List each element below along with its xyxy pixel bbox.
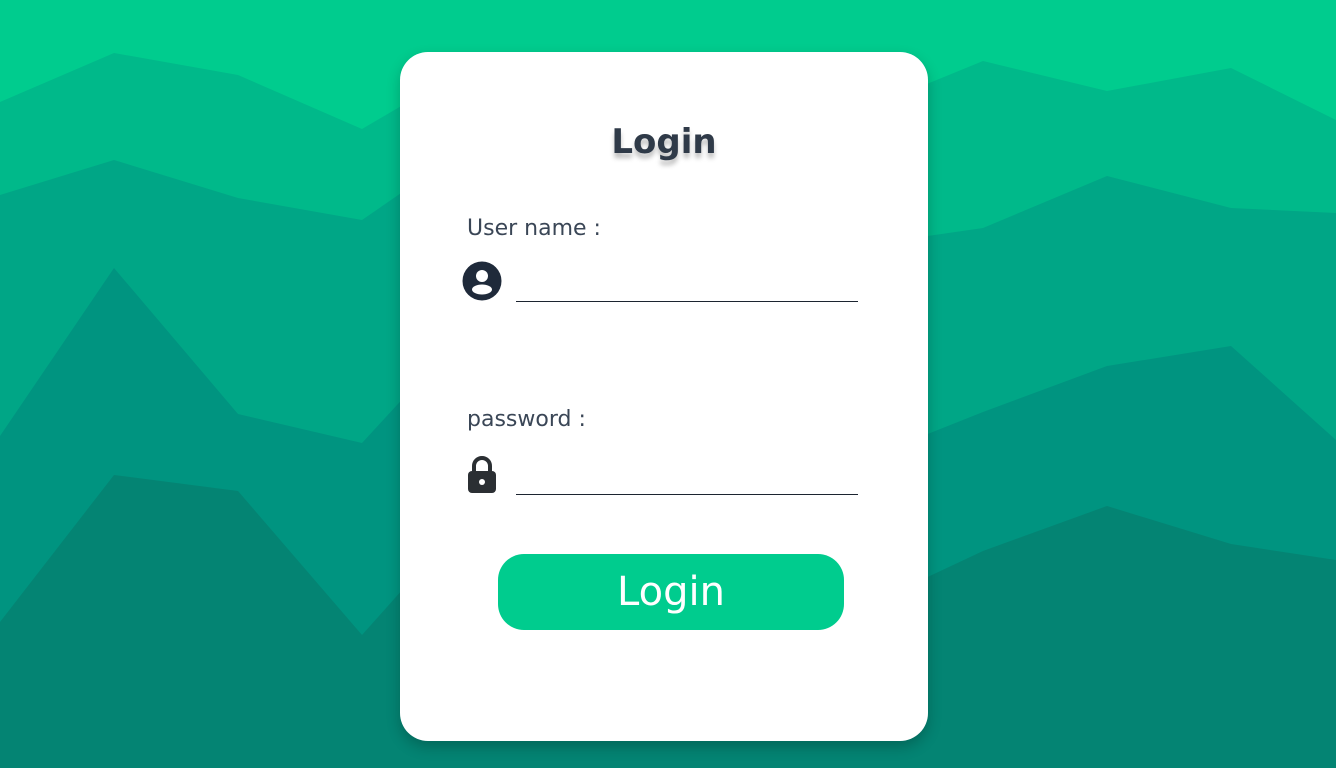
- username-input[interactable]: [516, 268, 858, 302]
- page-title: Login: [611, 122, 717, 162]
- login-button[interactable]: Login: [498, 554, 844, 630]
- user-circle-icon: [462, 261, 502, 301]
- password-label: password :: [467, 407, 586, 432]
- lock-icon: [468, 456, 496, 493]
- username-label: User name :: [467, 216, 601, 241]
- password-input[interactable]: [516, 461, 858, 495]
- login-card: Login User name : password : Login: [400, 52, 928, 741]
